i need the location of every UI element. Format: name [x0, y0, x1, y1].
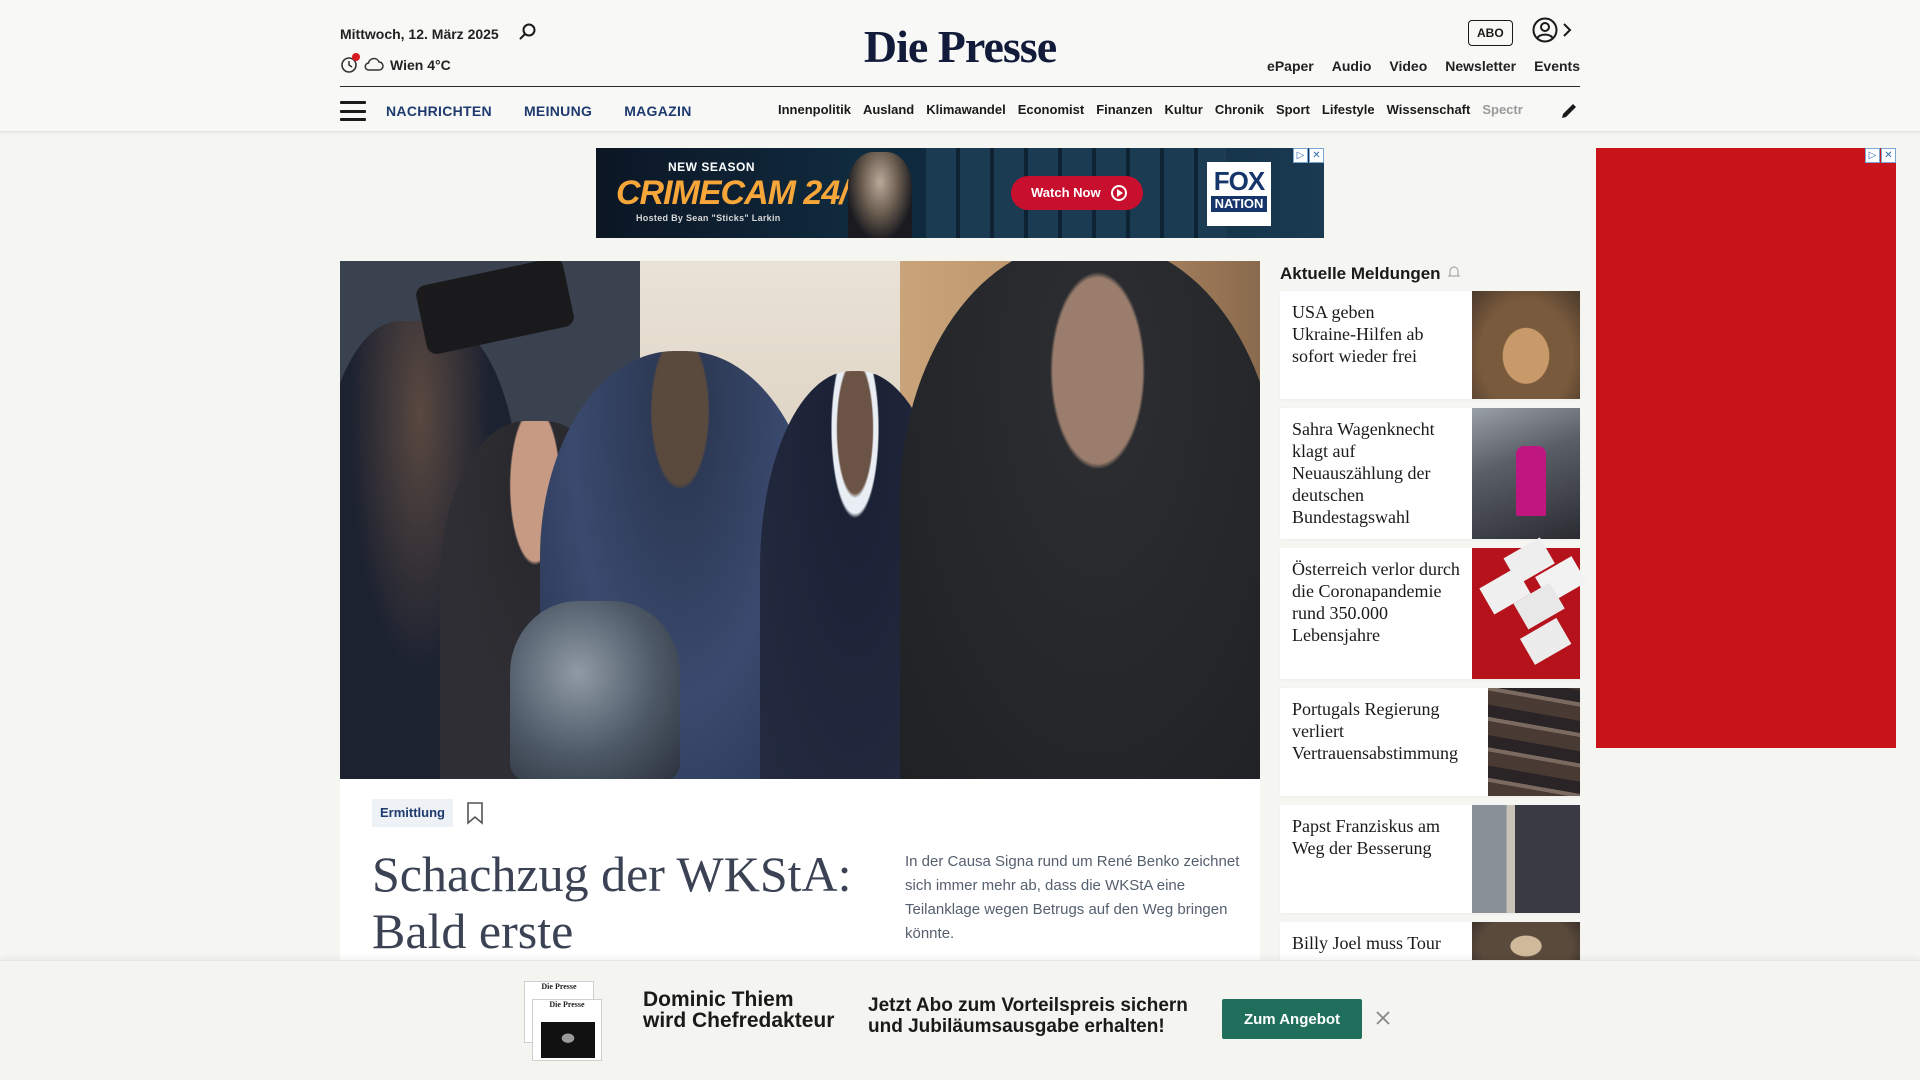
ad-close-icon[interactable]: ✕	[1309, 148, 1324, 163]
weather-label: Wien 4°C	[390, 57, 451, 73]
bookmark-icon[interactable]	[466, 801, 484, 825]
news-item-thumbnail	[1472, 408, 1580, 539]
sky-ad-controls: ▷ ✕	[1865, 148, 1896, 163]
news-item-title: Portugals Regierung verliert Vertrauensa…	[1292, 699, 1458, 763]
history-icon[interactable]	[340, 53, 360, 74]
adchoices-icon[interactable]: ▷	[1293, 148, 1308, 163]
promo-headline: Dominic Thiem wird Chefredakteur	[643, 989, 834, 1031]
nav-cat-chronik[interactable]: Chronik	[1215, 102, 1264, 117]
link-epaper[interactable]: ePaper	[1267, 58, 1314, 74]
search-icon[interactable]	[518, 22, 538, 42]
ad-new-season: NEW SEASON	[668, 160, 756, 174]
ad-brand-logo: FOX NATION	[1207, 162, 1271, 226]
news-item[interactable]: USA geben Ukraine-Hilfen ab sofort wiede…	[1280, 291, 1580, 399]
paper-masthead: Die Presse	[549, 1000, 585, 1009]
news-item-thumbnail	[1472, 291, 1580, 399]
news-heading-label: Aktuelle Meldungen	[1280, 264, 1441, 283]
top-links: ePaper Audio Video Newsletter Events	[1267, 58, 1580, 74]
news-item-title: Österreich verlor durch die Coronapandem…	[1292, 559, 1460, 645]
newspaper-image: Die Presse Die Presse	[524, 981, 602, 1061]
news-item-title: USA geben Ukraine-Hilfen ab sofort wiede…	[1292, 302, 1424, 366]
promo-offer-line2: und Jubiläumsausgabe erhalten!	[868, 1016, 1165, 1037]
ad-watch-now-button[interactable]: Watch Now	[1011, 176, 1143, 210]
hero-article[interactable]: Ermittlung Schachzug der WKStA: Bald ers…	[340, 261, 1260, 961]
promo-offer-line1: Jetzt Abo zum Vorteilspreis sichern	[868, 995, 1188, 1016]
aktuelle-meldungen: Aktuelle Meldungen USA geben Ukraine-Hil…	[1280, 261, 1580, 982]
account-button[interactable]	[1532, 17, 1578, 48]
news-item-title: Papst Franziskus am Weg der Besserung	[1292, 816, 1440, 858]
notification-dot	[352, 53, 360, 61]
hero-headline[interactable]: Schachzug der WKStA: Bald erste	[372, 846, 872, 960]
link-newsletter[interactable]: Newsletter	[1445, 58, 1516, 74]
header-divider	[340, 86, 1580, 87]
nav-cat-sport[interactable]: Sport	[1276, 102, 1310, 117]
user-icon	[1532, 17, 1558, 48]
nav-cat-klimawandel[interactable]: Klimawandel	[926, 102, 1005, 117]
site-header: Mittwoch, 12. März 2025 Wien 4°C Die Pre…	[0, 0, 1920, 132]
ad-title: CRIMECAM 24/7	[616, 174, 867, 212]
main-nav: NACHRICHTEN MEINUNG MAGAZIN Innenpolitik…	[340, 96, 1580, 126]
link-video[interactable]: Video	[1389, 58, 1427, 74]
pencil-icon[interactable]	[1558, 100, 1580, 122]
ad-brand-top: FOX	[1213, 166, 1265, 196]
play-icon	[1111, 185, 1127, 201]
nav-meinung[interactable]: MEINUNG	[524, 103, 592, 119]
close-icon[interactable]	[1374, 1009, 1392, 1027]
skyscraper-ad[interactable]: ▷ ✕	[1596, 148, 1896, 748]
ad-controls: ▷ ✕	[1293, 148, 1324, 163]
hero-teaser: In der Causa Signa rund um René Benko ze…	[905, 853, 1240, 942]
news-item-thumbnail	[1488, 688, 1580, 796]
site-logo[interactable]: Die Presse	[860, 20, 1060, 73]
current-date: Mittwoch, 12. März 2025	[340, 26, 499, 42]
news-heading: Aktuelle Meldungen	[1280, 261, 1580, 287]
link-audio[interactable]: Audio	[1332, 58, 1372, 74]
news-item[interactable]: Portugals Regierung verliert Vertrauensa…	[1280, 688, 1580, 796]
nav-cat-wissenschaft[interactable]: Wissenschaft	[1387, 102, 1471, 117]
bell-icon	[1447, 264, 1461, 284]
nav-cat-innenpolitik[interactable]: Innenpolitik	[778, 102, 851, 117]
nav-nachrichten[interactable]: NACHRICHTEN	[386, 103, 492, 119]
ad-hosted-by: Hosted By Sean "Sticks" Larkin	[636, 213, 781, 223]
news-item-title: Billy Joel muss Tour	[1292, 933, 1441, 953]
hamburger-menu-icon[interactable]	[340, 101, 366, 121]
promo-headline-line1: Dominic Thiem	[643, 988, 794, 1011]
subscription-promo-bar: Die Presse Die Presse Dominic Thiem wird…	[0, 960, 1920, 1080]
nav-cat-spectrum[interactable]: Spectr	[1482, 102, 1522, 117]
cloud-icon	[364, 57, 384, 74]
nav-cat-ausland[interactable]: Ausland	[863, 102, 914, 117]
hero-image[interactable]	[340, 261, 1260, 779]
nav-cat-economist[interactable]: Economist	[1018, 102, 1084, 117]
news-item-title: Sahra Wagenknecht klagt auf Neuauszählun…	[1292, 419, 1435, 527]
news-item[interactable]: Papst Franziskus am Weg der Besserung	[1280, 805, 1580, 913]
ad-close-icon[interactable]: ✕	[1881, 148, 1896, 163]
nav-cat-lifestyle[interactable]: Lifestyle	[1322, 102, 1375, 117]
zum-angebot-button[interactable]: Zum Angebot	[1222, 999, 1362, 1039]
ad-brand-bottom: NATION	[1211, 196, 1267, 212]
article-tag[interactable]: Ermittlung	[372, 799, 453, 827]
weather-widget[interactable]: Wien 4°C	[340, 53, 451, 74]
news-item[interactable]: Österreich verlor durch die Coronapandem…	[1280, 548, 1580, 679]
nav-categories: Innenpolitik Ausland Klimawandel Economi…	[778, 102, 1548, 117]
news-item-thumbnail	[1472, 805, 1580, 913]
adchoices-icon[interactable]: ▷	[1865, 148, 1880, 163]
nav-cat-kultur[interactable]: Kultur	[1165, 102, 1203, 117]
promo-offer: Jetzt Abo zum Vorteilspreis sichern und …	[868, 995, 1188, 1037]
header-inner: Mittwoch, 12. März 2025 Wien 4°C Die Pre…	[340, 0, 1580, 132]
chevron-right-icon	[1562, 22, 1572, 42]
nav-main-sections: NACHRICHTEN MEINUNG MAGAZIN	[386, 103, 692, 119]
news-item-thumbnail	[1472, 548, 1580, 679]
news-item[interactable]: Sahra Wagenknecht klagt auf Neuauszählun…	[1280, 408, 1580, 539]
ad-watch-now-label: Watch Now	[1031, 185, 1101, 200]
abo-button[interactable]: ABO	[1468, 20, 1513, 46]
banner-ad[interactable]: NEW SEASON CRIMECAM 24/7 Hosted By Sean …	[596, 148, 1324, 238]
link-events[interactable]: Events	[1534, 58, 1580, 74]
ad-host-image	[848, 152, 912, 238]
promo-headline-line2: wird Chefredakteur	[643, 1009, 835, 1032]
nav-cat-finanzen[interactable]: Finanzen	[1096, 102, 1152, 117]
nav-magazin[interactable]: MAGAZIN	[624, 103, 691, 119]
paper-masthead: Die Presse	[541, 982, 577, 991]
